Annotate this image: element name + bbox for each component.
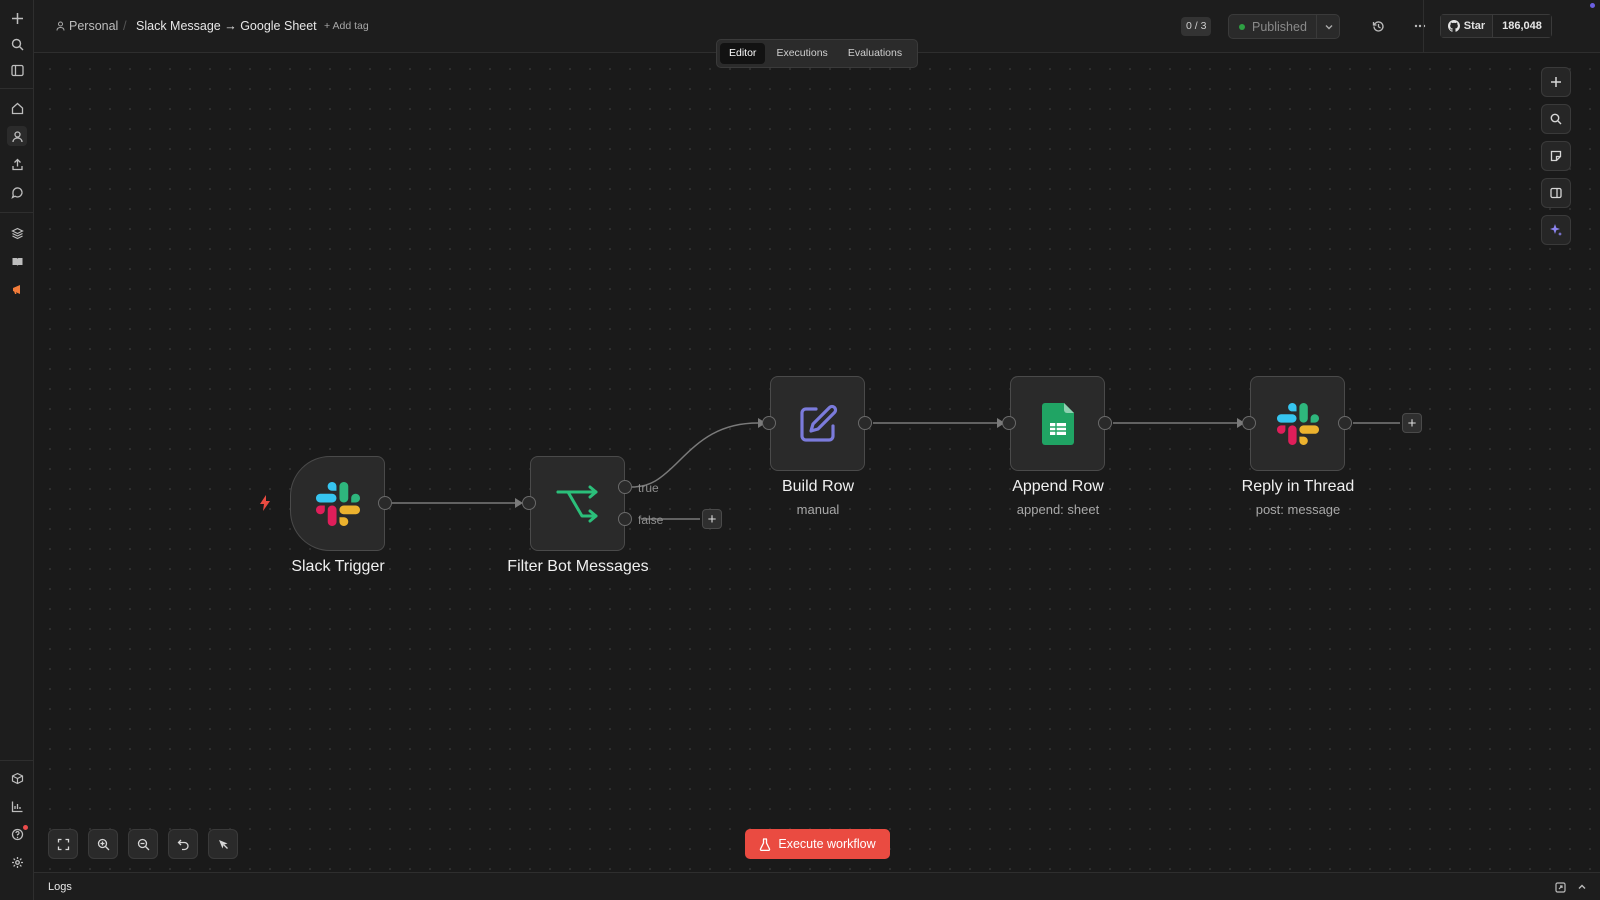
add-tag-link[interactable]: + Add tag [324, 20, 369, 32]
chevron-up-icon[interactable] [1574, 879, 1590, 895]
node-build-row[interactable] [770, 376, 865, 471]
zoom-out-icon[interactable] [128, 829, 158, 859]
ai-assistant-icon[interactable] [1541, 215, 1571, 245]
divider [1423, 0, 1424, 53]
output-handle[interactable] [378, 496, 392, 510]
workflow-title[interactable]: Slack Message → Google Sheet [136, 19, 317, 33]
branch-label-false: false [638, 513, 664, 527]
user-icon[interactable] [7, 126, 27, 146]
github-star-label: Star [1463, 20, 1486, 32]
tab-executions[interactable]: Executions [767, 43, 836, 64]
output-handle-false[interactable] [618, 512, 632, 526]
templates-icon[interactable] [7, 768, 27, 788]
sticky-note-icon[interactable] [1541, 141, 1571, 171]
divider [0, 88, 34, 89]
project-name: Personal [69, 19, 119, 33]
chat-icon[interactable] [7, 182, 27, 202]
insights-icon[interactable] [7, 796, 27, 816]
status-dot [1239, 23, 1245, 30]
tab-editor[interactable]: Editor [720, 43, 766, 64]
node-label: Filter Bot Messages [507, 558, 649, 575]
breadcrumb-separator: / [123, 18, 127, 33]
zoom-in-icon[interactable] [88, 829, 118, 859]
output-handle[interactable] [858, 416, 872, 430]
input-handle[interactable] [762, 416, 776, 430]
trigger-bolt-icon [260, 495, 270, 511]
slack-icon [315, 481, 360, 526]
node-subtitle: manual [796, 502, 840, 517]
add-node-icon[interactable] [1541, 67, 1571, 97]
if-branch-icon [556, 485, 597, 522]
node-subtitle: append: sheet [1016, 502, 1100, 517]
layers-icon[interactable] [7, 223, 27, 243]
chevron-down-icon[interactable] [1316, 14, 1340, 39]
logs-panel-bar[interactable]: Logs [34, 872, 1600, 900]
divider [0, 760, 34, 761]
execute-workflow-button[interactable]: Execute workflow [745, 829, 890, 859]
pointer-tool-icon[interactable] [208, 829, 238, 859]
google-sheets-icon [1041, 402, 1074, 445]
logs-label: Logs [48, 881, 72, 893]
node-reply-in-thread[interactable] [1250, 376, 1345, 471]
github-star-button[interactable]: Star [1441, 15, 1493, 37]
node-label: Build Row [781, 478, 855, 495]
home-icon[interactable] [7, 98, 27, 118]
share-icon[interactable] [7, 154, 27, 174]
divider [0, 212, 34, 213]
collapse-sidebar-icon[interactable] [7, 60, 27, 80]
github-star-count: 186,048 [1493, 15, 1551, 37]
book-icon[interactable] [7, 251, 27, 271]
node-slack-trigger[interactable] [290, 456, 385, 551]
node-label: Slack Trigger [291, 558, 385, 575]
history-icon[interactable] [1368, 16, 1388, 36]
input-handle[interactable] [522, 496, 536, 510]
notification-dot [23, 825, 28, 830]
node-label: Reply in Thread [1241, 478, 1355, 495]
node-label: Append Row [1012, 478, 1104, 495]
left-sidebar [0, 0, 34, 900]
add-node-button[interactable]: + [1402, 413, 1422, 433]
github-star-widget: Star 186,048 [1440, 14, 1552, 38]
slack-icon [1276, 402, 1319, 445]
output-handle-true[interactable] [618, 480, 632, 494]
branch-label-true: true [638, 481, 659, 495]
search-icon[interactable] [1541, 104, 1571, 134]
search-icon[interactable] [7, 34, 27, 54]
side-panel-icon[interactable] [1541, 178, 1571, 208]
github-icon [1447, 20, 1460, 32]
add-icon[interactable] [7, 8, 27, 28]
notification-dot [1590, 3, 1595, 8]
breadcrumb-project[interactable]: Personal [56, 19, 118, 33]
view-tabs: Editor Executions Evaluations [716, 39, 918, 68]
publish-status-label: Published [1252, 19, 1307, 34]
pop-out-icon[interactable] [1552, 879, 1568, 895]
node-append-row[interactable] [1010, 376, 1105, 471]
edit-icon [799, 404, 837, 442]
fit-view-icon[interactable] [48, 829, 78, 859]
megaphone-icon[interactable] [7, 279, 27, 299]
user-icon [56, 21, 65, 31]
input-handle[interactable] [1242, 416, 1256, 430]
node-filter-bot-messages[interactable] [530, 456, 625, 551]
output-handle[interactable] [1098, 416, 1112, 430]
more-options-icon[interactable] [1410, 16, 1430, 36]
tab-evaluations[interactable]: Evaluations [839, 43, 911, 64]
undo-icon[interactable] [168, 829, 198, 859]
output-handle[interactable] [1338, 416, 1352, 430]
version-counter: 0 / 3 [1181, 17, 1212, 36]
execute-workflow-label: Execute workflow [778, 837, 876, 851]
input-handle[interactable] [1002, 416, 1016, 430]
node-subtitle: post: message [1255, 502, 1341, 517]
settings-icon[interactable] [7, 852, 27, 872]
flask-icon [760, 837, 771, 851]
